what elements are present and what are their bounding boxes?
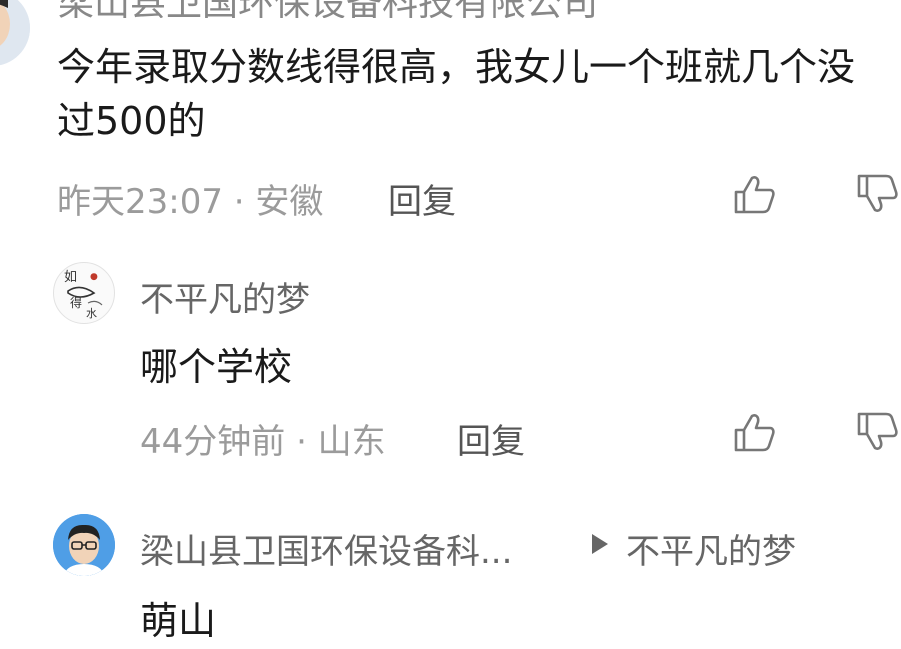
top-comment-text: 今年录取分数线得很高，我女儿一个班就几个没过500的 [57, 45, 856, 143]
top-comment-author[interactable]: 梁山县卫国环保设备科技有限公司 [58, 0, 598, 18]
reply-time-location: 44分钟前 · 山东 [140, 422, 386, 462]
reply-author[interactable]: 不平凡的梦 [140, 272, 310, 321]
top-comment-reply-button[interactable]: 回复 [388, 174, 456, 223]
reply-text: 萌山 [140, 599, 217, 643]
reply-reply-button[interactable]: 回复 [457, 414, 525, 463]
svg-text:得: 得 [70, 295, 82, 310]
thumbs-up-icon[interactable] [732, 172, 776, 216]
thumbs-up-icon[interactable] [732, 410, 776, 454]
thumbs-down-icon[interactable] [855, 172, 899, 216]
reply-avatar[interactable]: 如 ● 得 水 [53, 262, 115, 324]
svg-text:水: 水 [86, 307, 97, 320]
reply-to-author[interactable]: 不平凡的梦 [626, 524, 796, 573]
thumbs-down-icon[interactable] [855, 410, 899, 454]
top-comment-time-location: 昨天23:07 · 安徽 [57, 182, 324, 222]
reply-author[interactable]: 梁山县卫国环保设备科... [140, 524, 512, 573]
reply-avatar[interactable] [53, 514, 115, 576]
triangle-right-icon [592, 534, 608, 554]
svg-text:●: ● [90, 272, 98, 282]
top-comment-avatar[interactable] [0, 0, 30, 66]
avatar-calligraphy: 如 [64, 269, 77, 285]
reply-text: 哪个学校 [140, 345, 293, 389]
